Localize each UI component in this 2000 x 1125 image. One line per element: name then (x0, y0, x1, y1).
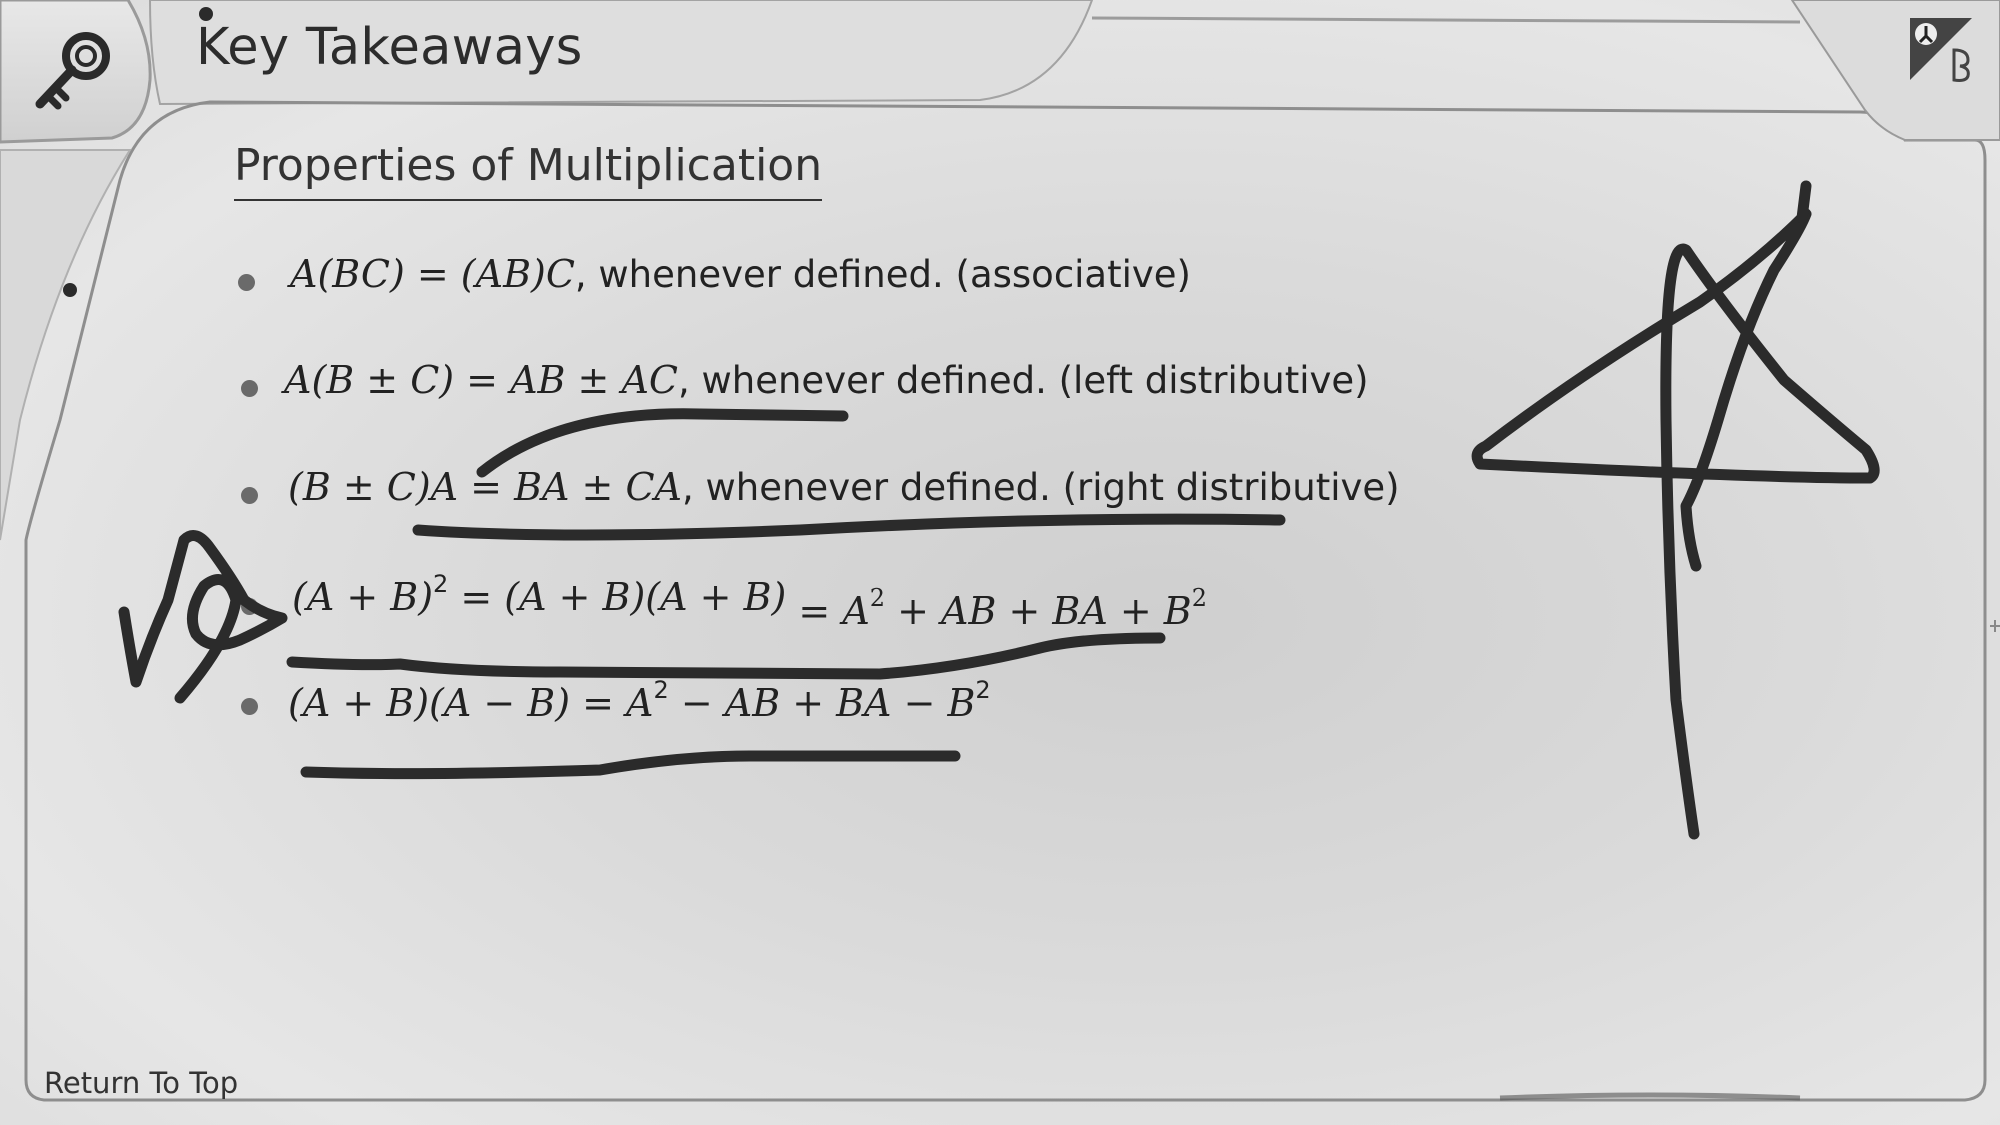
bullet-icon (241, 380, 258, 397)
section-title: Properties of Multiplication (234, 140, 823, 201)
bullet-math: (B ± C)A = BA ± CA (288, 465, 682, 509)
presenter-pen-icon[interactable] (1906, 14, 1976, 84)
key-icon (28, 26, 118, 116)
handwritten-term: + AB + BA + B (885, 589, 1192, 633)
bullet-math: (A + B) (292, 575, 434, 619)
exponent: 2 (1191, 584, 1207, 612)
exponent: 2 (433, 570, 449, 598)
bullet-icon (241, 487, 258, 504)
bullet-math: = (A + B)(A + B) (448, 575, 787, 619)
exponent: 2 (869, 584, 886, 612)
bullet-text: , whenever defined. (right distributive) (681, 466, 1400, 509)
bullet-math: A(BC) = (AB)C (290, 252, 575, 296)
handwritten-term: = A (786, 589, 870, 633)
bullet-icon (238, 274, 255, 291)
bullet-math: − AB + BA − B (668, 681, 976, 725)
bullet-math: (A + B)(A − B) = A (288, 681, 654, 725)
bullet-math: A(B ± C) = AB ± AC (284, 358, 678, 402)
exponent: 2 (975, 676, 991, 704)
bullet-icon (241, 698, 258, 715)
page-title: Key Takeaways (196, 18, 583, 77)
slide-canvas: Key Takeaways Properties of Multiplicati… (0, 0, 2000, 1125)
bullet-icon (241, 598, 258, 615)
exponent: 2 (653, 676, 669, 704)
handwritten-expansion: = A2 + AB + BA + B2 (786, 584, 1207, 633)
bullet-text: , whenever defined. (associative) (574, 253, 1191, 296)
return-to-top-link[interactable]: Return To Top (44, 1066, 238, 1100)
bullet-text: , whenever defined. (left distributive) (677, 359, 1369, 402)
